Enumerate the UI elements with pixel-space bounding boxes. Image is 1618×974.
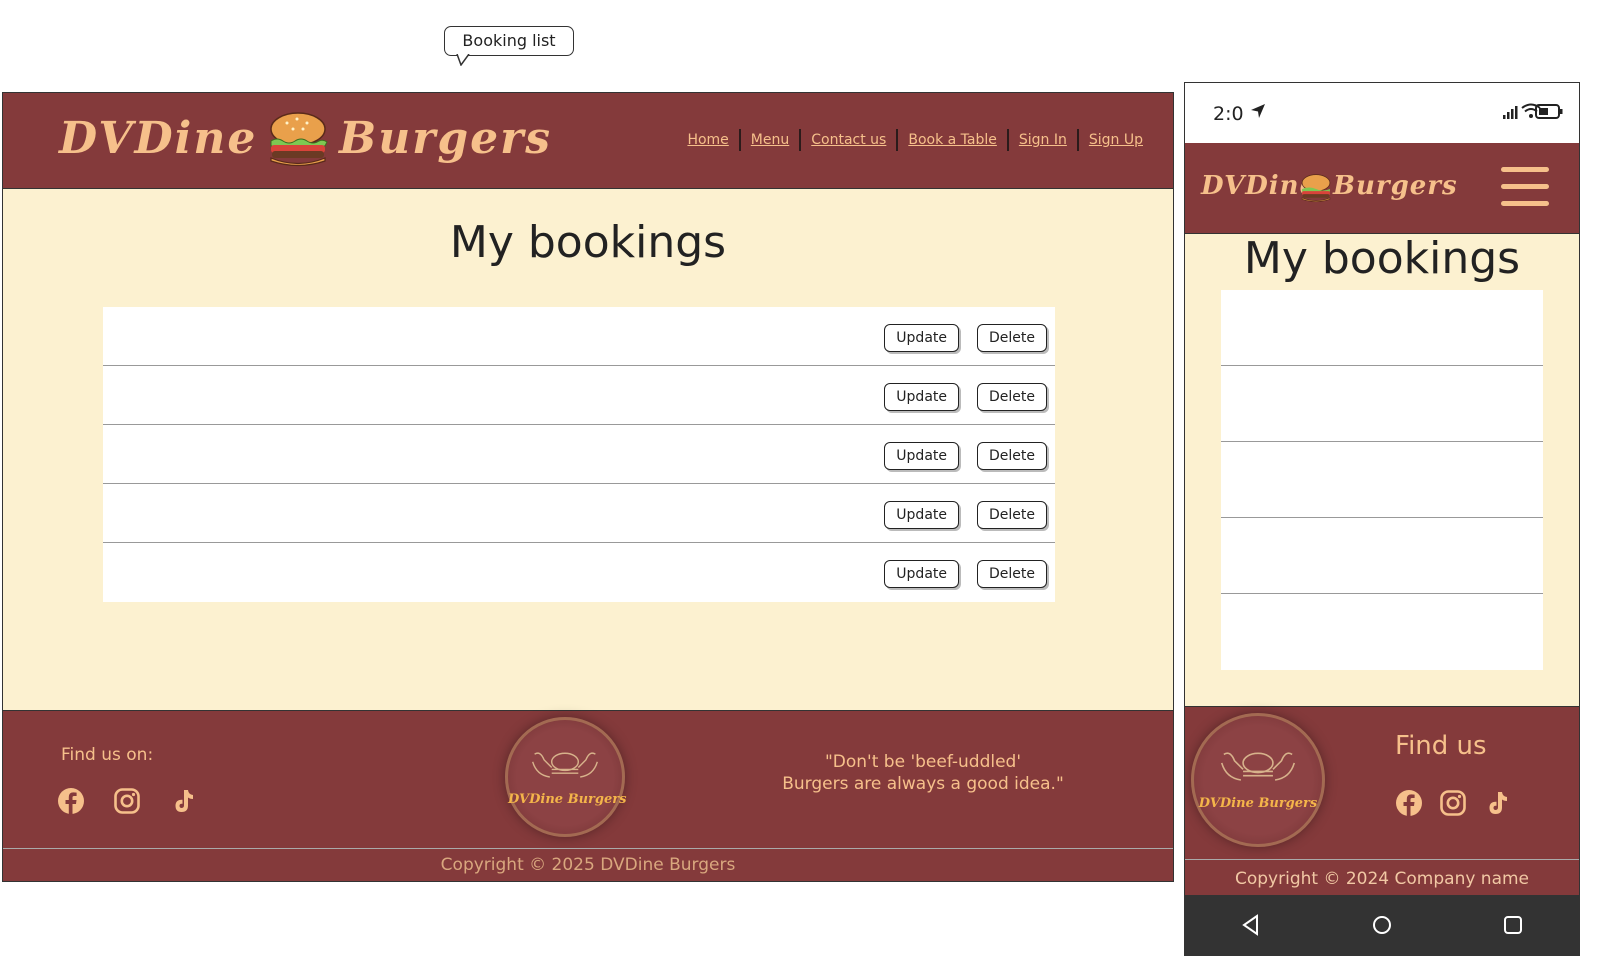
nav-book-a-table[interactable]: Book a Table	[898, 129, 1009, 151]
battery-icon	[1535, 104, 1563, 119]
mobile-burger-logo-icon[interactable]	[1299, 171, 1333, 205]
mobile-hands-burger-icon	[1220, 752, 1296, 781]
footer-logo: DVDine Burgers	[505, 717, 627, 837]
page-title: My bookings	[449, 217, 727, 268]
main-nav: Home Menu Contact us Book a Table Sign I…	[677, 129, 1143, 151]
mobile-brand-name-right[interactable]: Burgers	[1333, 171, 1458, 201]
instagram-icon[interactable]	[113, 787, 141, 815]
mobile-wireframe: 2:0 DVDine Burgers My bookings DVDine Bu…	[1184, 82, 1580, 956]
update-button[interactable]: Update	[884, 560, 959, 588]
instagram-icon[interactable]	[1439, 789, 1467, 817]
brand-name-left[interactable]: DVDine	[59, 113, 257, 164]
delete-button[interactable]: Delete	[977, 324, 1047, 352]
site-footer: Find us on: DVDine Burgers "Don't be 'be…	[3, 710, 1173, 881]
nav-sign-up[interactable]: Sign Up	[1079, 129, 1143, 151]
nav-contact-us[interactable]: Contact us	[801, 129, 899, 151]
update-button[interactable]: Update	[884, 501, 959, 529]
android-nav-bar	[1185, 895, 1579, 955]
update-button[interactable]: Update	[884, 324, 959, 352]
find-us-label: Find us on:	[61, 745, 154, 765]
mobile-footer: DVDine Burgers Find us Copyright © 2024 …	[1185, 706, 1579, 897]
location-arrow-icon	[1251, 104, 1265, 118]
mobile-footer-logo: DVDine Burgers	[1191, 713, 1325, 847]
hamburger-menu-icon[interactable]	[1501, 167, 1549, 207]
booking-list: Update Delete Update Delete Update Delet…	[103, 307, 1055, 602]
status-bar: 2:0	[1185, 83, 1579, 144]
back-icon[interactable]	[1239, 913, 1263, 937]
list-item	[1221, 442, 1543, 518]
status-time: 2:0	[1213, 103, 1244, 125]
nav-home[interactable]: Home	[677, 129, 741, 151]
update-button[interactable]: Update	[884, 383, 959, 411]
hands-burger-icon	[532, 752, 598, 778]
mobile-footer-logo-text: DVDine Burgers	[1198, 796, 1318, 811]
home-icon[interactable]	[1370, 913, 1394, 937]
mobile-page-title: My bookings	[1243, 233, 1521, 284]
mobile-find-us-label: Find us	[1395, 731, 1487, 761]
mobile-header: DVDine Burgers	[1185, 143, 1579, 234]
delete-button[interactable]: Delete	[977, 383, 1047, 411]
delete-button[interactable]: Delete	[977, 501, 1047, 529]
site-header: DVDine Burgers Home Menu Contact us Book…	[3, 93, 1173, 189]
update-button[interactable]: Update	[884, 442, 959, 470]
social-links	[57, 787, 197, 815]
booking-row: Update Delete	[103, 543, 1055, 602]
mobile-copyright-text: Copyright © 2024 Company name	[1234, 869, 1530, 889]
recents-icon[interactable]	[1501, 913, 1525, 937]
booking-row: Update Delete	[103, 484, 1055, 543]
mobile-footer-divider	[1185, 859, 1579, 860]
mobile-booking-list	[1221, 290, 1543, 670]
list-item	[1221, 366, 1543, 442]
facebook-icon[interactable]	[57, 787, 85, 815]
quote-line-2: Burgers are always a good idea."	[782, 774, 1064, 794]
booking-row: Update Delete	[103, 307, 1055, 366]
list-item	[1221, 594, 1543, 670]
booking-list-callout: Booking list	[444, 26, 574, 56]
delete-button[interactable]: Delete	[977, 442, 1047, 470]
copyright-text: Copyright © 2025 DVDine Burgers	[440, 855, 736, 875]
booking-row: Update Delete	[103, 425, 1055, 484]
callout-tail	[456, 54, 470, 66]
nav-sign-in[interactable]: Sign In	[1009, 129, 1079, 151]
facebook-icon[interactable]	[1395, 789, 1423, 817]
quote-line-1: "Don't be 'beef-uddled'	[824, 752, 1022, 772]
list-item	[1221, 290, 1543, 366]
burger-logo-icon[interactable]	[265, 109, 331, 169]
tiktok-icon[interactable]	[1483, 789, 1511, 817]
delete-button[interactable]: Delete	[977, 560, 1047, 588]
signal-icon	[1503, 106, 1518, 119]
brand-name-right[interactable]: Burgers	[339, 113, 552, 164]
footer-quote: "Don't be 'beef-uddled' Burgers are alwa…	[773, 751, 1073, 795]
desktop-wireframe: DVDine Burgers Home Menu Contact us Book…	[2, 92, 1174, 882]
nav-menu[interactable]: Menu	[741, 129, 802, 151]
mobile-social-links	[1395, 789, 1511, 817]
footer-divider	[3, 848, 1173, 849]
booking-row: Update Delete	[103, 366, 1055, 425]
tiktok-icon[interactable]	[169, 787, 197, 815]
footer-logo-text: DVDine Burgers	[508, 792, 627, 807]
list-item	[1221, 518, 1543, 594]
